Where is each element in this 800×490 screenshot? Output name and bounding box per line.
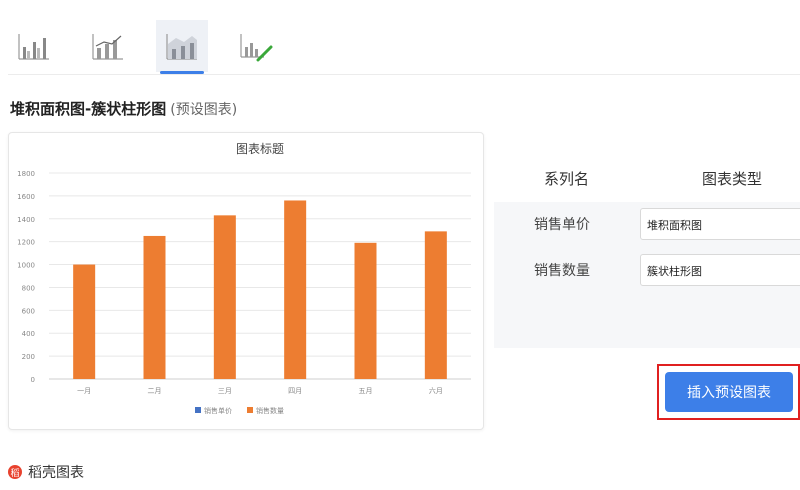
bar	[143, 235, 166, 379]
stacked-area-bar-icon	[166, 34, 197, 60]
brand-name: 稻壳图表	[28, 465, 84, 481]
series-row: 销售单价 堆积面积图	[494, 202, 800, 248]
y-tick-label: 1600	[17, 193, 35, 201]
series-table-header: 系列名 图表类型	[494, 152, 800, 202]
series-row: 销售数量 簇状柱形图	[494, 248, 800, 294]
chart-title: 图表标题	[236, 142, 284, 156]
bar	[354, 242, 377, 379]
series-type-select[interactable]: 堆积面积图	[640, 208, 800, 240]
bar	[424, 231, 447, 379]
insert-preset-chart-button[interactable]: 插入预设图表	[665, 372, 793, 412]
y-tick-label: 800	[22, 284, 35, 292]
legend-label: 销售单价	[204, 406, 232, 415]
x-tick-label: 三月	[218, 387, 232, 395]
insert-button-highlight: 插入预设图表	[657, 364, 800, 420]
series-name-header: 系列名	[544, 170, 590, 188]
series-name: 销售数量	[534, 263, 590, 279]
bar	[73, 264, 96, 379]
grouped-bar-icon	[18, 34, 49, 60]
x-tick-label: 四月	[288, 387, 302, 395]
chart-preset-name: 堆积面积图-簇状柱形图	[10, 100, 167, 118]
y-tick-label: 400	[22, 330, 35, 338]
series-name: 销售单价	[534, 217, 590, 233]
bar-line-icon	[92, 34, 123, 60]
bar	[284, 200, 307, 379]
y-tick-label: 600	[22, 307, 35, 315]
legend-swatch	[247, 407, 253, 413]
y-tick-label: 0	[31, 376, 35, 384]
chart-type-header: 图表类型	[702, 170, 763, 188]
x-tick-label: 一月	[77, 387, 91, 395]
x-tick-label: 六月	[429, 386, 443, 395]
legend-label: 销售数量	[256, 406, 284, 415]
series-settings-panel: 系列名 图表类型 销售单价 堆积面积图 销售数量 簇状柱形图	[494, 152, 800, 348]
chart-type-grouped-bar[interactable]	[8, 20, 60, 72]
y-tick-label: 1200	[17, 239, 35, 247]
chart-type-custom[interactable]	[230, 20, 282, 72]
bar	[213, 215, 236, 379]
legend-swatch	[195, 407, 201, 413]
y-tick-label: 1800	[17, 170, 35, 178]
series-type-value: 簇状柱形图	[647, 265, 702, 278]
x-tick-label: 五月	[359, 387, 373, 395]
preset-label: (预设图表)	[170, 102, 238, 118]
series-type-value: 堆积面积图	[647, 219, 702, 232]
y-tick-label: 1400	[17, 216, 35, 224]
chart-preview: 图表标题 0 200 400 600 800 1000 1200 1400 1600 1800 一月 二…	[17, 142, 471, 415]
brand-logo-icon: 稻	[8, 465, 22, 479]
chart-type-toolbar	[0, 0, 800, 76]
chart-preview-card: 图表标题 0 200 400 600 800 1000 1200 1400 1600 1800 一月 二…	[8, 132, 484, 430]
chart-type-bar-line[interactable]	[82, 20, 134, 72]
brand: 稻 稻壳图表	[8, 462, 84, 482]
toolbar-divider	[8, 74, 800, 75]
y-tick-label: 1000	[17, 262, 35, 270]
y-tick-label: 200	[22, 353, 35, 361]
custom-chart-icon	[240, 34, 273, 62]
section-title: 堆积面积图-簇状柱形图 (预设图表)	[10, 98, 237, 119]
series-type-select[interactable]: 簇状柱形图	[640, 254, 800, 286]
x-tick-label: 二月	[148, 387, 162, 395]
chart-type-stacked-area-bar[interactable]	[156, 20, 208, 74]
